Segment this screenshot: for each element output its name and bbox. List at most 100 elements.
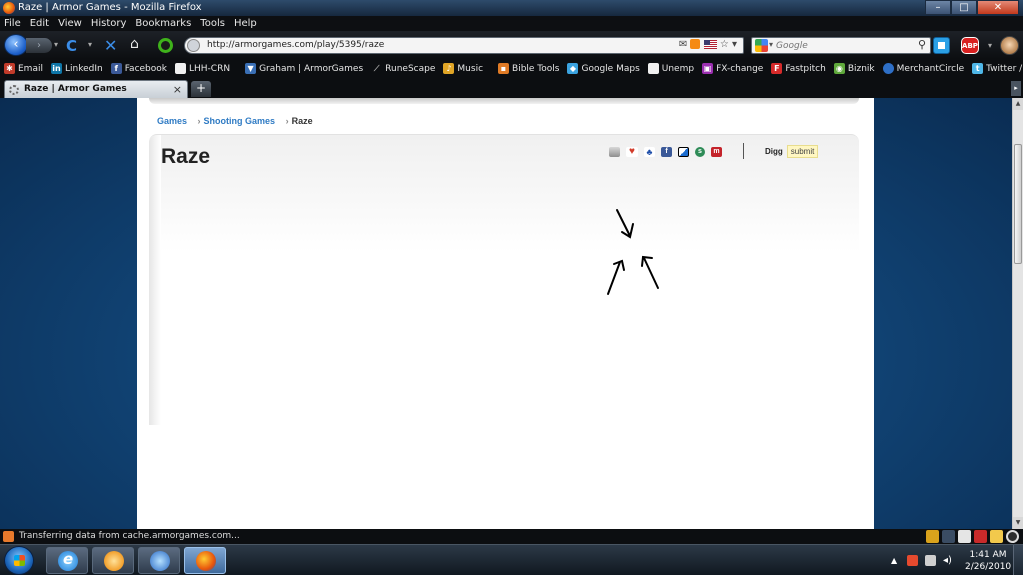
stop-button[interactable]: ✕ [104,36,117,55]
url-bar[interactable]: http://armorgames.com/play/5395/raze ✉ ☆… [184,37,744,54]
us-flag-icon[interactable] [703,39,717,49]
stumbleupon-icon[interactable]: s [695,147,705,157]
addon-ring-icon[interactable] [158,38,173,53]
bookmark-star-icon[interactable]: ☆ [720,39,729,50]
facebook-share-icon[interactable]: f [661,147,672,157]
minimize-button[interactable]: – [925,0,951,15]
linkedin-icon: in [50,63,62,74]
myspace-icon[interactable]: ♣ [644,147,655,157]
new-tab-button[interactable]: + [191,81,211,97]
vertical-scrollbar[interactable]: ▲ ▼ [1012,98,1023,529]
scrollbar-thumb[interactable] [1014,144,1022,264]
menu-file[interactable]: File [4,16,21,31]
url-text[interactable]: http://armorgames.com/play/5395/raze [207,40,384,50]
menu-tools[interactable]: Tools [200,16,225,31]
volume-icon[interactable]: ◂) [943,555,954,566]
rss-icon[interactable] [690,39,701,49]
menu-view[interactable]: View [58,16,82,31]
reload-button[interactable]: C [66,37,77,55]
bookmark-lhh-crn[interactable]: LHH-CRN [175,63,230,74]
breadcrumb-games[interactable]: Games [157,116,187,126]
adblock-dropdown-icon[interactable]: ▾ [988,41,992,50]
show-desktop-button[interactable] [1013,545,1023,575]
site-identity-icon[interactable] [187,39,200,52]
addon-status-icon[interactable] [942,530,955,543]
bookmark-linkedin[interactable]: in LinkedIn [50,63,103,74]
media-player-icon [150,551,170,571]
bookmark-graham-armorgames[interactable]: ▼ Graham | ArmorGames [245,63,363,74]
taskbar-firefox[interactable] [184,547,226,574]
addon-status-icon[interactable] [926,530,939,543]
digg-widget: Digg submit [765,145,819,158]
sword-icon: ⟋ [373,64,380,73]
google-icon[interactable] [755,39,768,52]
taskbar-media-player[interactable] [138,547,180,574]
maximize-button[interactable]: □ [951,0,977,15]
loading-icon [9,85,19,95]
addon-status-icon[interactable] [990,530,1003,543]
bookmark-email[interactable]: ✱ Email [4,63,43,74]
action-center-flag-icon[interactable] [907,555,918,566]
tab-list-icon[interactable]: ▸ [1011,81,1021,96]
delicious-icon[interactable] [678,147,689,157]
share-divider [743,143,744,159]
history-dropdown-icon[interactable]: ▾ [54,40,58,49]
search-icon[interactable]: ⚲ [918,38,926,51]
menu-edit[interactable]: Edit [30,16,49,31]
menu-history[interactable]: History [91,16,127,31]
menu-help[interactable]: Help [234,16,257,31]
tab-raze[interactable]: Raze | Armor Games × [4,80,188,98]
show-hidden-icons[interactable]: ▲ [891,556,897,565]
mixx-icon[interactable]: m [711,147,722,157]
favorite-heart-icon[interactable]: ♥ [626,147,638,157]
clock[interactable]: 1:41 AM 2/26/2010 [965,549,1011,573]
addon-status-icon[interactable] [958,530,971,543]
scroll-up-icon[interactable]: ▲ [1013,98,1023,110]
bookmark-merchantcircle[interactable]: MerchantCircle [882,63,964,74]
digg-label: Digg [765,147,783,156]
network-icon[interactable] [925,555,936,566]
window-title-bar[interactable]: Raze | Armor Games - Mozilla Firefox – □… [0,0,1023,16]
bookmark-twitter-home[interactable]: tTwitter / Home [972,63,1023,74]
home-button[interactable]: ⌂ [130,36,139,52]
adblock-plus-icon[interactable]: ABP [961,37,979,54]
status-text: Transferring data from cache.armorgames.… [19,531,240,541]
start-button[interactable] [4,546,34,575]
reload-dropdown-icon[interactable]: ▾ [88,40,92,49]
email-share-icon[interactable] [609,147,620,157]
avatar-icon[interactable] [1000,36,1019,55]
taskbar-media-center[interactable] [92,547,134,574]
bookmark-runescape[interactable]: ⟋ RuneScape [371,63,436,74]
scroll-down-icon[interactable]: ▼ [1013,517,1023,529]
internet-explorer-icon [58,550,78,571]
mail-icon[interactable]: ✉ [679,39,687,50]
bookmark-fastpitch[interactable]: F Fastpitch [771,63,826,74]
addon-puzzle-icon[interactable] [933,37,950,54]
taskbar-internet-explorer[interactable] [46,547,88,574]
menu-bookmarks[interactable]: Bookmarks [135,16,191,31]
bookmark-fx-change[interactable]: ▣ FX-change [702,63,763,74]
firefox-status-icon [3,531,14,542]
bookmark-google-maps[interactable]: ◆ Google Maps [567,63,640,74]
tab-close-icon[interactable]: × [173,83,182,96]
search-input[interactable] [776,39,906,52]
bookmark-bible-tools[interactable]: ▪ Bible Tools [498,63,559,74]
bookmark-music[interactable]: ♪ Music [443,63,483,74]
bookmark-facebook[interactable]: f Facebook [110,63,167,74]
digg-submit-button[interactable]: submit [786,145,819,158]
back-button[interactable]: ‹ [4,34,28,56]
window-controls: – □ ✕ [925,0,1019,15]
addon-status-icon[interactable] [1006,530,1019,543]
breadcrumb-shooting-games[interactable]: Shooting Games [204,116,276,126]
search-bar[interactable]: ▾ ⚲ [751,37,931,54]
bookmark-unemp[interactable]: Unemp [647,63,694,74]
addon-status-icon[interactable] [974,530,987,543]
url-dropdown-icon[interactable]: ▾ [732,39,737,50]
forward-button[interactable]: › [26,38,52,53]
close-button[interactable]: ✕ [977,0,1019,15]
search-engine-dropdown-icon[interactable]: ▾ [769,40,773,49]
breadcrumb: Games › Shooting Games › Raze [157,116,313,126]
bookmark-biznik[interactable]: ◉ Biznik [833,63,875,74]
circle-icon [882,63,894,74]
window-title: Raze | Armor Games - Mozilla Firefox [18,2,202,13]
